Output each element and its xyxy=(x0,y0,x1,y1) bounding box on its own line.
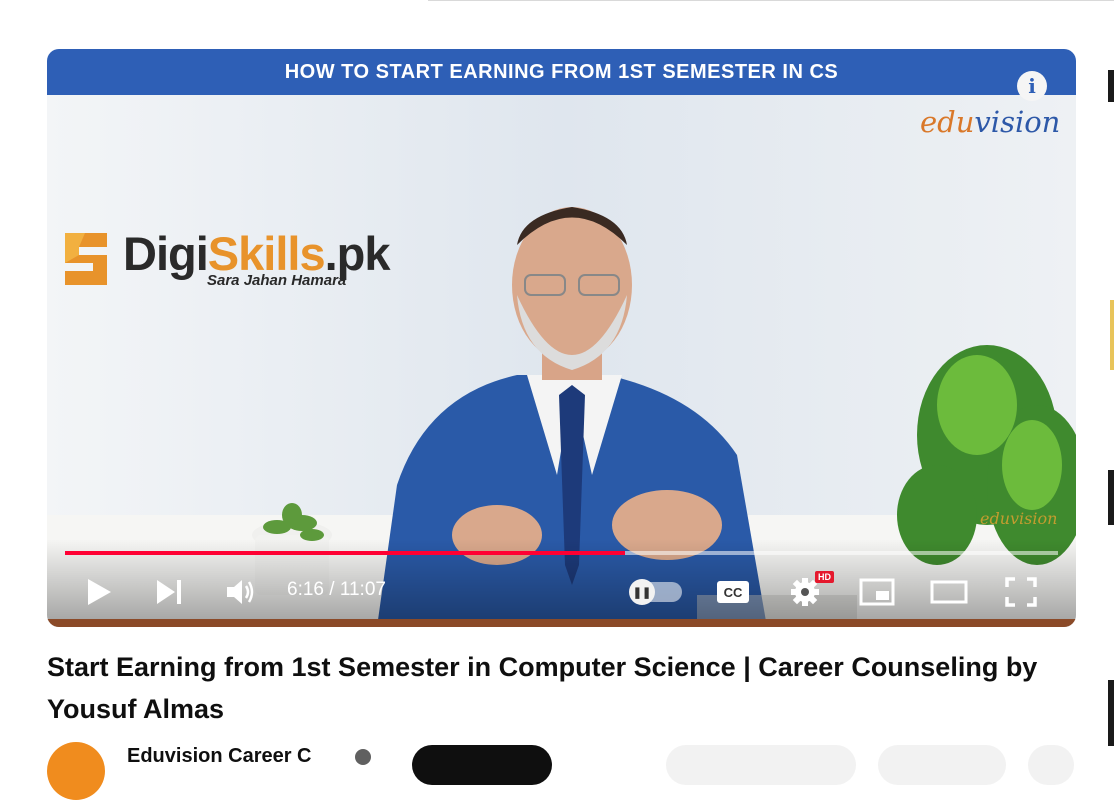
sidebar-edge xyxy=(1108,70,1114,102)
video-bottom-strip xyxy=(47,619,1076,627)
progress-bar-fill xyxy=(65,551,626,555)
edu-logo-part1: edu xyxy=(920,105,975,139)
header-divider xyxy=(428,0,1114,1)
video-player[interactable]: HOW TO START EARNING FROM 1ST SEMESTER I… xyxy=(47,49,1076,627)
digiskills-name-part1: Digi xyxy=(123,226,209,280)
theater-button[interactable] xyxy=(930,579,968,605)
digiskills-logo: DigiSkills.pk Sara Jahan Hamara xyxy=(55,225,391,293)
fullscreen-icon xyxy=(1005,577,1037,607)
play-button[interactable] xyxy=(83,575,115,609)
banner-text: HOW TO START EARNING FROM 1ST SEMESTER I… xyxy=(284,60,839,83)
play-icon xyxy=(88,579,111,605)
eduvision-logo: eduvision xyxy=(920,105,1060,139)
channel-name[interactable]: Eduvision Career C xyxy=(127,745,312,768)
video-title: Start Earning from 1st Semester in Compu… xyxy=(47,652,1038,724)
channel-avatar[interactable] xyxy=(47,742,105,800)
cc-button[interactable]: CC xyxy=(716,580,750,604)
time-display: 6:16 / 11:07 xyxy=(287,579,386,600)
next-icon xyxy=(157,580,181,604)
info-icon[interactable]: i xyxy=(1017,71,1047,101)
cc-icon: CC xyxy=(717,581,749,603)
progress-bar[interactable] xyxy=(65,551,1058,555)
sidebar-edge xyxy=(1108,680,1114,746)
volume-icon xyxy=(227,580,254,604)
digiskills-name: DigiSkills.pk xyxy=(123,226,391,280)
volume-button[interactable] xyxy=(223,576,257,608)
miniplayer-icon xyxy=(859,578,895,606)
sidebar-edge xyxy=(1108,470,1114,525)
verified-icon xyxy=(355,749,371,765)
subscribe-button[interactable] xyxy=(412,745,552,785)
edu-logo-part2: vision xyxy=(974,105,1061,139)
miniplayer-button[interactable] xyxy=(858,578,896,606)
autoplay-toggle-icon[interactable]: ❚❚ xyxy=(629,579,655,605)
fullscreen-button[interactable] xyxy=(1005,577,1037,607)
share-button[interactable] xyxy=(878,745,1006,785)
eduvision-watermark: eduvision xyxy=(980,509,1058,528)
cc-label: CC xyxy=(724,585,743,600)
sidebar-edge-thumb xyxy=(1110,300,1114,370)
more-actions-button[interactable] xyxy=(1028,745,1074,785)
theater-icon xyxy=(930,580,968,604)
hd-badge: HD xyxy=(815,571,834,583)
like-dislike-button[interactable] xyxy=(666,745,856,785)
next-button[interactable] xyxy=(153,577,185,607)
digiskills-mark-icon xyxy=(65,233,107,285)
video-banner: HOW TO START EARNING FROM 1ST SEMESTER I… xyxy=(47,49,1076,95)
